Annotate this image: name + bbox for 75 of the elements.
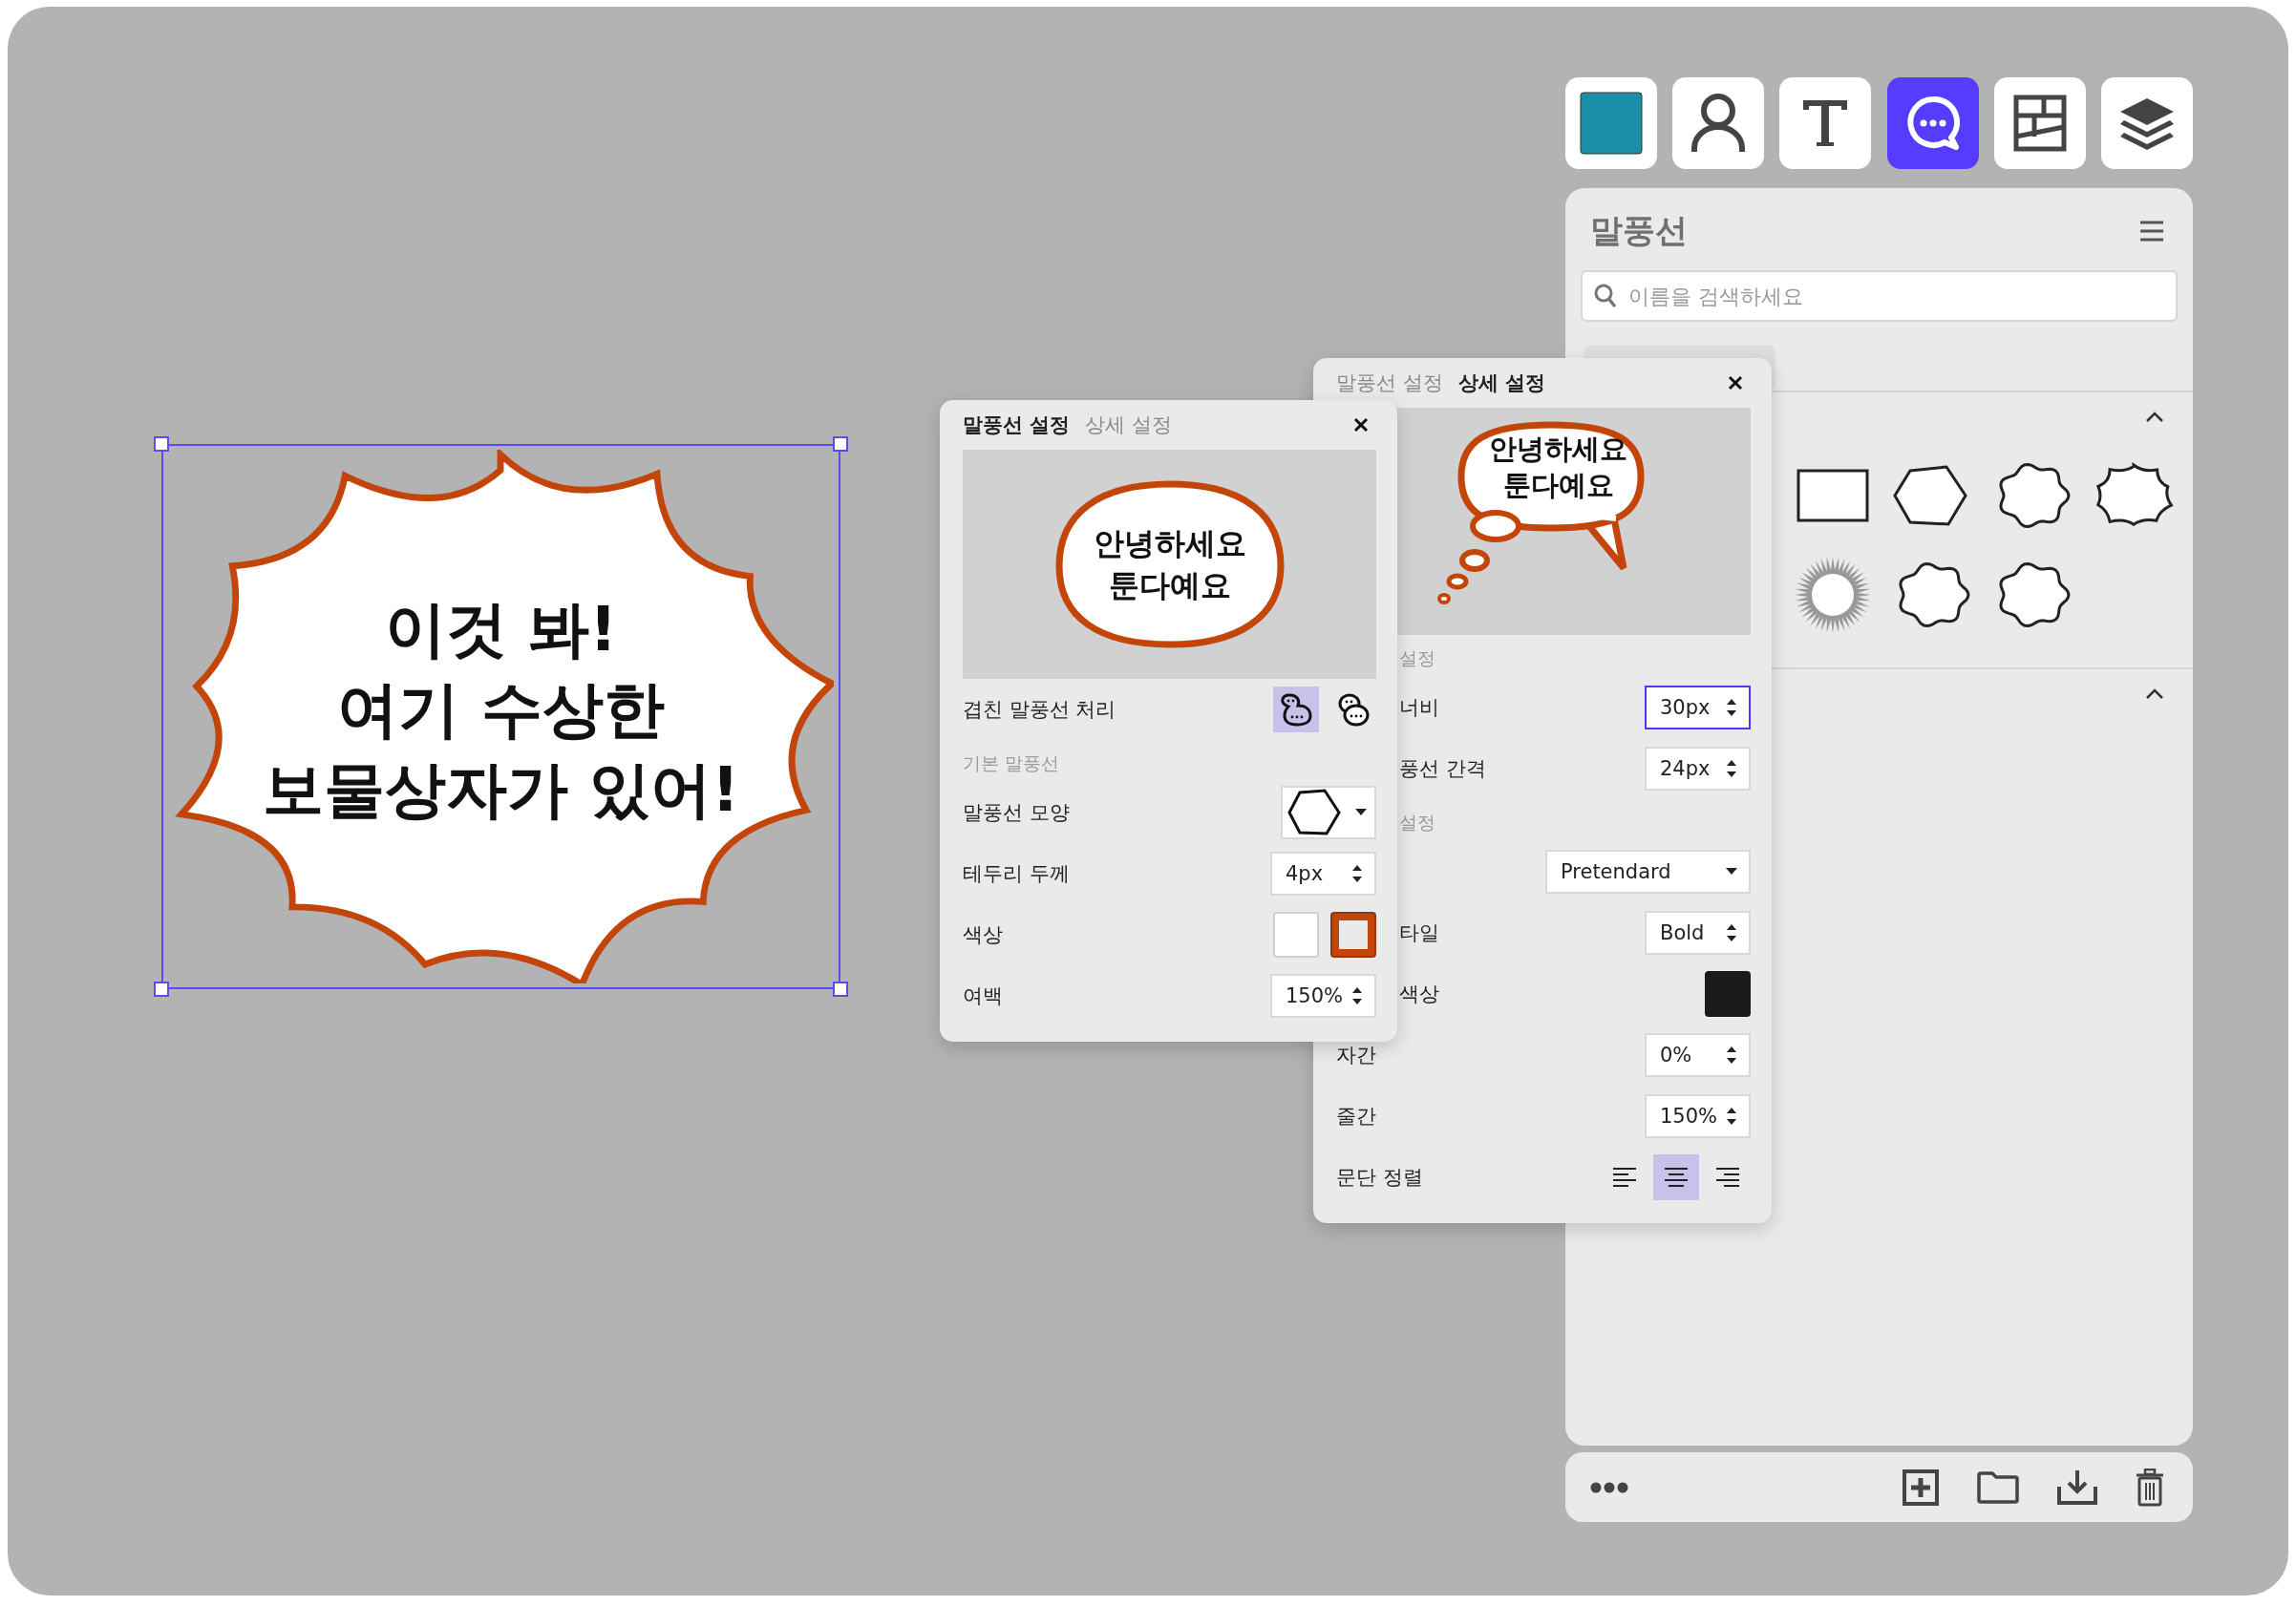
number-field[interactable]: 150% (1645, 1094, 1751, 1138)
settings-tab[interactable]: 말풍선 설정 (963, 412, 1071, 438)
resize-handle[interactable] (154, 436, 169, 452)
text-tool-icon (1801, 98, 1850, 148)
hexagon-icon (1286, 789, 1342, 836)
align-left-icon (1610, 1166, 1639, 1189)
dropdown-arrow-icon (1726, 868, 1737, 876)
settings-tab[interactable]: 상세 설정 (1457, 370, 1545, 396)
setting-label: 타일 (1399, 920, 1439, 946)
number-field[interactable]: 4px (1270, 852, 1376, 896)
search-field[interactable]: 이름을 검색하세요 (1581, 270, 2178, 322)
add-icon[interactable] (1903, 1469, 1939, 1506)
number-field[interactable]: 24px (1645, 747, 1751, 791)
align-center-icon (1662, 1166, 1690, 1189)
align-right-icon (1713, 1166, 1742, 1189)
person-icon (1690, 93, 1747, 154)
spin-arrows-icon (1726, 922, 1737, 943)
setting-label: 테두리 두께 (963, 861, 1070, 887)
chevron-icon[interactable] (2145, 412, 2164, 423)
tool-button[interactable] (1993, 77, 2086, 169)
setting-label: 말풍선 모양 (963, 800, 1070, 826)
number-field[interactable]: 30px (1645, 686, 1751, 729)
section-heading: 기본 말풍선 (963, 751, 1060, 775)
setting-label: 너비 (1399, 695, 1439, 721)
panel-title: 말풍선 (1590, 210, 1688, 251)
number-field[interactable]: Bold (1645, 911, 1751, 955)
number-field[interactable]: 0% (1645, 1033, 1751, 1077)
preview-text: 안녕하세요 툰다예요 (1093, 524, 1246, 605)
section-heading: 설정 (1399, 811, 1435, 835)
font-dropdown[interactable]: Pretendard (1545, 850, 1751, 894)
spin-arrows-icon (1726, 1106, 1737, 1127)
setting-label: 풍선 간격 (1399, 756, 1486, 782)
spin-arrows-icon (1726, 697, 1737, 718)
resize-handle[interactable] (154, 982, 169, 997)
tool-button[interactable] (2100, 77, 2193, 169)
download-icon[interactable] (2057, 1469, 2097, 1506)
menu-icon[interactable] (2139, 220, 2164, 243)
close-icon[interactable] (1728, 375, 1743, 391)
fill-color-swatch[interactable] (1273, 912, 1319, 958)
tool-button[interactable] (1886, 77, 1979, 169)
setting-label: 겹친 말풍선 처리 (963, 697, 1116, 723)
bubble-text: 이것 봐! 여기 수상한 보물상자가 있어! (261, 593, 741, 827)
chevron-icon[interactable] (2145, 688, 2164, 700)
overlap-mode-button[interactable] (1273, 687, 1319, 732)
folder-icon[interactable] (1977, 1470, 2019, 1504)
shape-dropdown[interactable] (1281, 786, 1376, 839)
spin-arrows-icon (1351, 985, 1363, 1006)
preview-text: 안녕하세요 툰다예요 (1489, 432, 1627, 503)
spin-arrows-icon (1351, 863, 1363, 884)
setting-label: 줄간 (1336, 1104, 1376, 1130)
align-center-button[interactable] (1653, 1154, 1699, 1200)
more-icon[interactable] (1590, 1481, 1628, 1493)
number-field[interactable]: 150% (1270, 974, 1376, 1018)
setting-label: 색상 (1399, 982, 1439, 1007)
panel-layout-icon (2012, 95, 2067, 152)
stacked-bubbles-icon (1336, 692, 1371, 727)
resize-handle[interactable] (833, 982, 848, 997)
tool-button[interactable] (1565, 77, 1657, 169)
resize-handle[interactable] (833, 436, 848, 452)
setting-label: 문단 정렬 (1336, 1165, 1423, 1191)
spin-arrows-icon (1726, 1045, 1737, 1066)
setting-label: 여백 (963, 983, 1003, 1009)
section-heading: 설정 (1399, 646, 1435, 670)
tool-button[interactable] (1672, 77, 1765, 169)
close-icon[interactable] (1353, 417, 1369, 433)
setting-label: 자간 (1336, 1043, 1376, 1068)
stroke-color-swatch[interactable] (1330, 912, 1376, 958)
text-color-swatch[interactable] (1705, 971, 1751, 1017)
trash-icon[interactable] (2136, 1468, 2164, 1507)
merged-bubbles-icon (1279, 692, 1313, 727)
setting-label: 색상 (963, 922, 1003, 948)
tool-button[interactable] (1779, 77, 1872, 169)
dropdown-arrow-icon (1355, 809, 1367, 816)
search-icon (1594, 284, 1617, 308)
spin-arrows-icon (1726, 758, 1737, 779)
